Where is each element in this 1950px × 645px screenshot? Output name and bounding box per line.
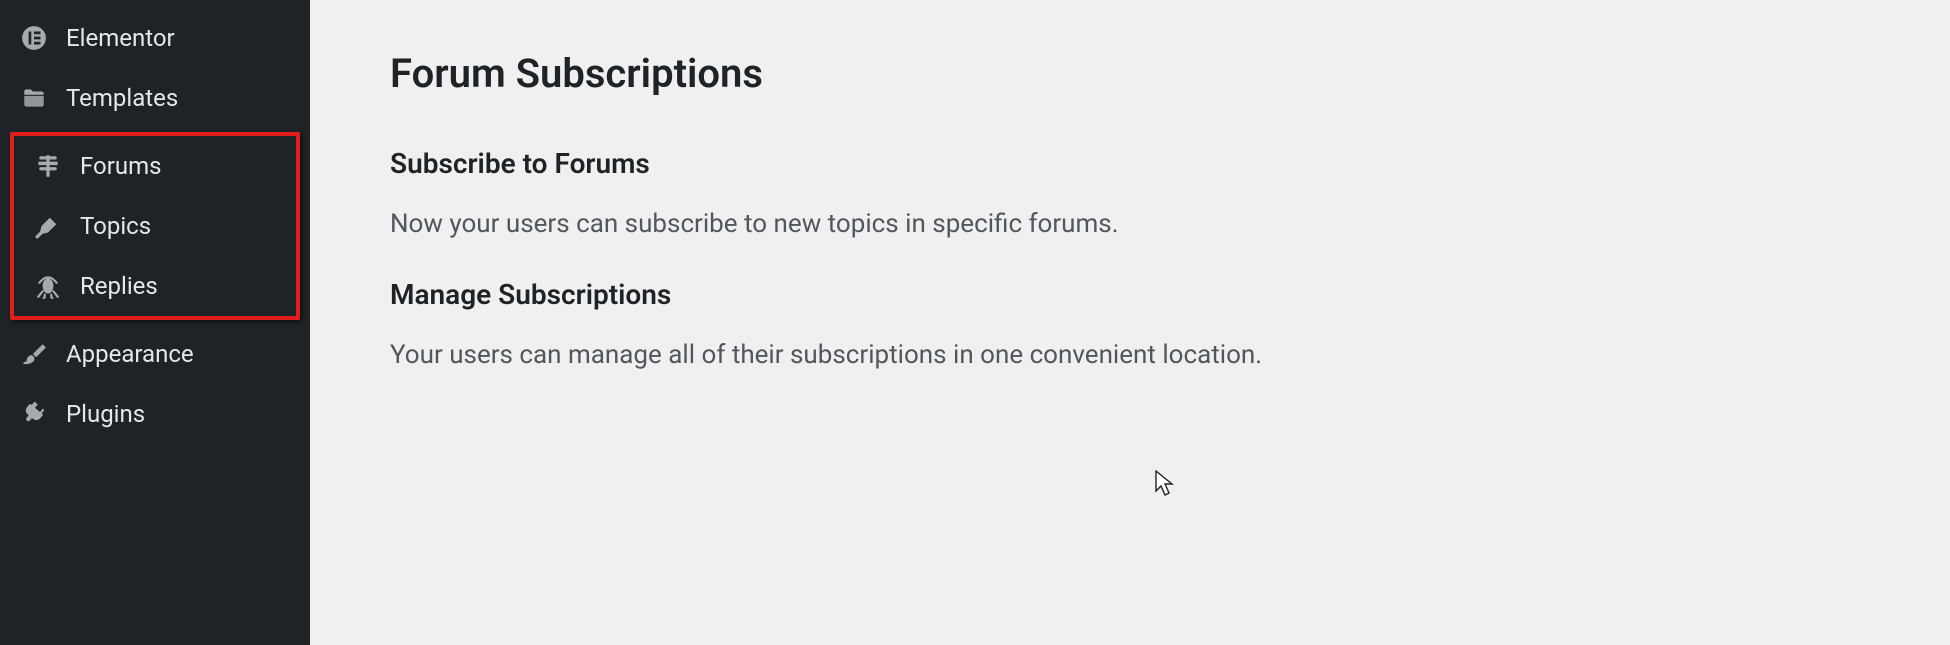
section-heading-manage: Manage Subscriptions: [390, 278, 1870, 311]
forums-icon: [34, 152, 62, 180]
folder-icon: [20, 84, 48, 112]
elementor-icon: [20, 24, 48, 52]
main-content: Forum Subscriptions Subscribe to Forums …: [310, 0, 1950, 645]
section-text-subscribe: Now your users can subscribe to new topi…: [390, 206, 1870, 242]
admin-sidebar: Elementor Templates Forums Topics Replie…: [0, 0, 310, 645]
sidebar-item-label: Forums: [80, 152, 162, 180]
sidebar-item-topics[interactable]: Topics: [14, 196, 296, 256]
topics-icon: [34, 212, 62, 240]
sidebar-item-label: Topics: [80, 212, 151, 240]
sidebar-item-templates[interactable]: Templates: [0, 68, 310, 128]
replies-icon: [34, 272, 62, 300]
section-heading-subscribe: Subscribe to Forums: [390, 147, 1870, 180]
sidebar-item-label: Appearance: [66, 340, 194, 368]
page-title: Forum Subscriptions: [390, 50, 1870, 97]
sidebar-item-elementor[interactable]: Elementor: [0, 8, 310, 68]
sidebar-item-label: Templates: [66, 84, 178, 112]
sidebar-highlight-box: Forums Topics Replies: [10, 132, 300, 320]
brush-icon: [20, 340, 48, 368]
sidebar-item-label: Replies: [80, 272, 158, 300]
sidebar-item-label: Plugins: [66, 400, 145, 428]
section-text-manage: Your users can manage all of their subsc…: [390, 337, 1870, 373]
plug-icon: [20, 400, 48, 428]
sidebar-item-replies[interactable]: Replies: [14, 256, 296, 316]
sidebar-item-forums[interactable]: Forums: [14, 136, 296, 196]
sidebar-item-label: Elementor: [66, 24, 175, 52]
sidebar-item-appearance[interactable]: Appearance: [0, 324, 310, 384]
sidebar-item-plugins[interactable]: Plugins: [0, 384, 310, 444]
